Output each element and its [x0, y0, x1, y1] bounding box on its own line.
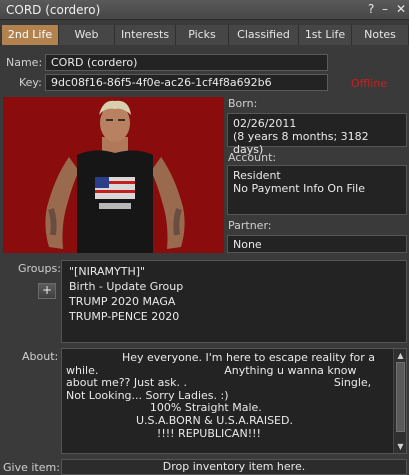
- scroll-up-arrow-icon[interactable]: ▲: [395, 350, 406, 361]
- help-icon[interactable]: ?: [368, 2, 374, 16]
- tab-classified[interactable]: Classified: [229, 25, 299, 45]
- profile-photo[interactable]: [3, 97, 224, 253]
- groups-list: "[NIRAMYTH]" Birth - Update Group TRUMP …: [61, 260, 407, 343]
- scroll-down-arrow-icon[interactable]: ▼: [395, 441, 406, 452]
- tab-picks[interactable]: Picks: [176, 25, 229, 45]
- group-item[interactable]: Birth - Update Group: [69, 279, 399, 294]
- born-box: 02/26/2011 (8 years 8 months; 3182 days): [227, 113, 407, 156]
- about-label: About:: [22, 350, 59, 363]
- key-field[interactable]: 9dc08f16-86f5-4f0e-ac26-1cf4f8a692b6: [45, 74, 328, 91]
- group-item[interactable]: "[NIRAMYTH]": [69, 264, 399, 279]
- minimize-icon[interactable]: –: [382, 2, 388, 16]
- account-payment: No Payment Info On File: [233, 182, 365, 195]
- name-label: Name:: [6, 56, 43, 69]
- about-text: Hey everyone. I'm here to escape reality…: [66, 351, 375, 440]
- profile-tabs: 2nd Life Web Interests Picks Classified …: [0, 25, 409, 45]
- partner-field: None: [227, 235, 407, 253]
- give-item-label: Give item:: [3, 461, 60, 474]
- about-textarea[interactable]: Hey everyone. I'm here to escape reality…: [61, 348, 407, 454]
- add-group-button[interactable]: +: [38, 283, 56, 299]
- tab-interests[interactable]: Interests: [115, 25, 176, 45]
- partner-label: Partner:: [228, 219, 272, 232]
- groups-label: Groups:: [18, 262, 61, 275]
- tab-notes[interactable]: Notes: [352, 25, 409, 45]
- about-scrollbar[interactable]: ▲ ▼: [393, 349, 406, 453]
- close-icon[interactable]: ✕: [396, 2, 406, 16]
- tab-web[interactable]: Web: [59, 25, 115, 45]
- scroll-thumb[interactable]: [396, 362, 405, 432]
- account-box: Resident No Payment Info On File: [227, 165, 407, 215]
- avatar-image: [3, 97, 224, 253]
- key-label: Key:: [19, 76, 42, 89]
- tab-1st-life[interactable]: 1st Life: [299, 25, 352, 45]
- online-status: Offline: [351, 77, 388, 90]
- born-label: Born:: [228, 97, 258, 110]
- name-field[interactable]: CORD (cordero): [45, 54, 328, 71]
- account-type: Resident: [233, 169, 281, 182]
- window-titlebar[interactable]: CORD (cordero) ? – ✕: [0, 0, 409, 20]
- group-item[interactable]: TRUMP-PENCE 2020: [69, 309, 399, 324]
- born-date: 02/26/2011: [233, 117, 297, 130]
- window-title: CORD (cordero): [6, 3, 101, 17]
- tab-2nd-life[interactable]: 2nd Life: [2, 25, 59, 45]
- account-label: Account:: [228, 151, 277, 164]
- group-item[interactable]: TRUMP 2020 MAGA: [69, 294, 399, 309]
